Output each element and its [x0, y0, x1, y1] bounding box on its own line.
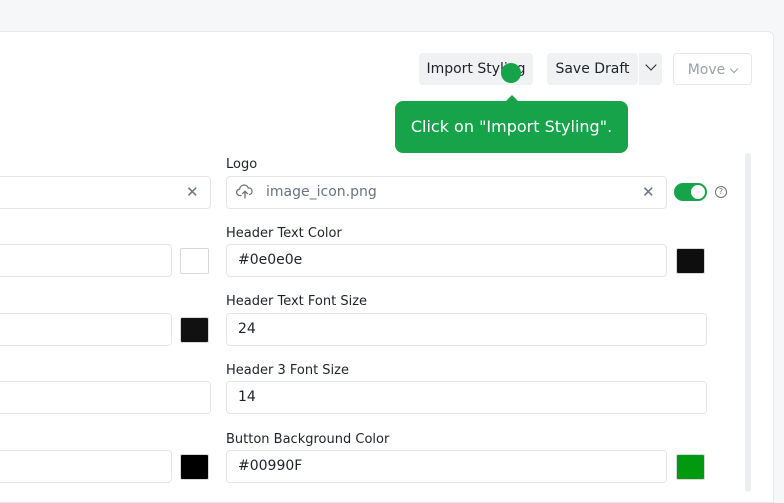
header-text-font-size-input[interactable]: 24	[226, 313, 707, 346]
move-label: Move	[687, 62, 726, 78]
save-draft-dropdown-button[interactable]	[639, 53, 662, 85]
instruction-tooltip: Click on "Import Styling".	[395, 101, 628, 153]
save-draft-button[interactable]: Save Draft	[547, 53, 638, 85]
clear-icon[interactable]: ✕	[186, 185, 199, 200]
tooltip-text: Click on "Import Styling".	[410, 117, 613, 136]
header-text-color-swatch[interactable]	[676, 248, 705, 274]
left-field-5[interactable]	[0, 450, 172, 483]
left-field-1[interactable]	[0, 176, 211, 209]
header-text-color-input[interactable]: #0e0e0e	[226, 244, 667, 277]
top-strip	[0, 0, 784, 18]
color-swatch[interactable]	[180, 454, 209, 480]
header3-font-size-label: Header 3 Font Size	[226, 363, 349, 378]
cloud-upload-icon	[236, 184, 253, 199]
move-button[interactable]: Move	[673, 53, 752, 85]
cursor-indicator	[501, 63, 521, 83]
toggle-knob	[691, 185, 705, 199]
scrollbar[interactable]	[745, 153, 751, 492]
chevron-down-icon	[644, 59, 657, 71]
chevron-down-icon	[730, 64, 739, 74]
clear-logo-icon[interactable]: ✕	[642, 185, 655, 200]
logo-filename: image_icon.png	[266, 184, 377, 200]
header3-font-size-input[interactable]: 14	[226, 381, 707, 414]
logo-toggle[interactable]	[674, 183, 707, 201]
left-field-3[interactable]	[0, 313, 172, 346]
button-background-color-label: Button Background Color	[226, 432, 390, 447]
color-swatch[interactable]	[180, 317, 209, 343]
button-background-color-swatch[interactable]	[676, 454, 705, 480]
header-text-font-size-label: Header Text Font Size	[226, 294, 368, 309]
color-swatch[interactable]	[180, 248, 209, 274]
help-icon[interactable]: ?	[715, 186, 727, 198]
header-text-color-label: Header Text Color	[226, 226, 342, 241]
left-field-4[interactable]	[0, 381, 211, 414]
left-field-2[interactable]	[0, 244, 172, 277]
logo-label: Logo	[226, 157, 258, 172]
button-background-color-input[interactable]: #00990F	[226, 450, 667, 483]
save-draft-label: Save Draft	[555, 61, 630, 77]
